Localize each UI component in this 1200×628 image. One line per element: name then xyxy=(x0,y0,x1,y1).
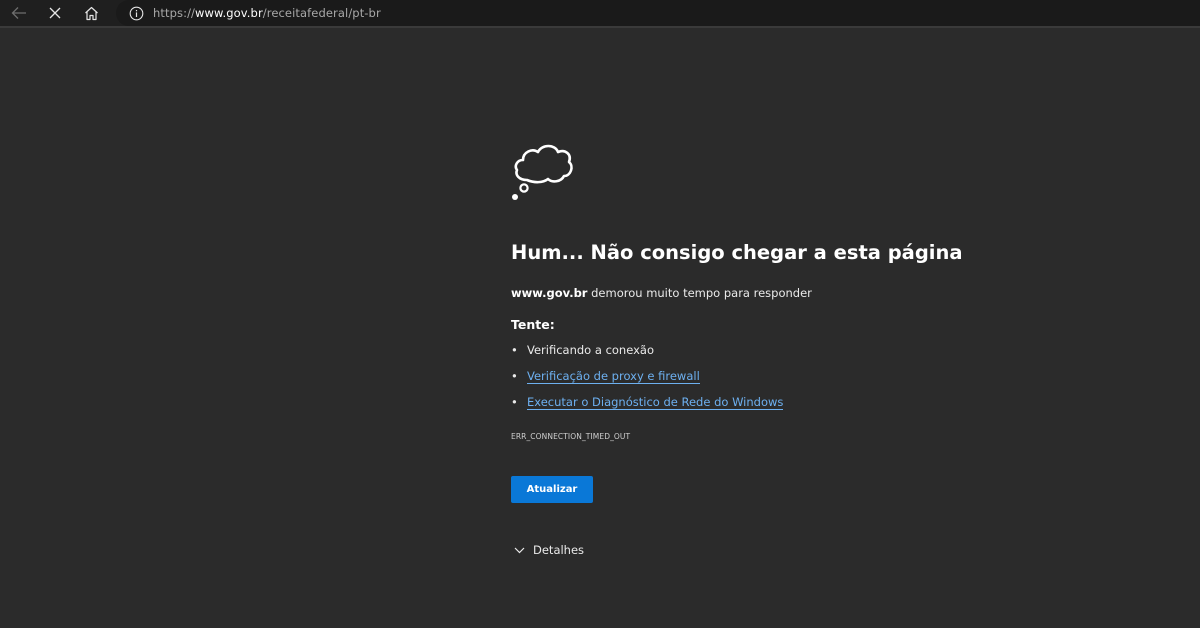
details-label: Detalhes xyxy=(533,543,585,557)
error-message: www.gov.br demorou muito tempo para resp… xyxy=(511,286,812,300)
url-scheme: https:// xyxy=(153,6,196,20)
try-label: Tente: xyxy=(511,317,555,332)
home-icon xyxy=(84,6,98,20)
details-toggle[interactable]: Detalhes xyxy=(514,543,584,557)
error-host: www.gov.br xyxy=(511,286,588,300)
proxy-firewall-link[interactable]: Verificação de proxy e firewall xyxy=(527,369,700,384)
back-arrow-icon xyxy=(11,7,26,19)
close-icon xyxy=(49,7,61,19)
suggestion-label: Verificando a conexão xyxy=(527,343,654,357)
thought-cloud-icon xyxy=(512,144,573,200)
home-button[interactable] xyxy=(77,0,105,26)
bullet-icon: • xyxy=(511,395,518,409)
url-path: /receitafederal/pt-br xyxy=(262,6,381,20)
browser-toolbar: https://www.gov.br/receitafederal/pt-br xyxy=(0,0,1200,28)
info-icon[interactable] xyxy=(128,5,144,21)
stop-button[interactable] xyxy=(41,0,69,26)
address-bar[interactable]: https://www.gov.br/receitafederal/pt-br xyxy=(116,0,1200,26)
url-text[interactable]: https://www.gov.br/receitafederal/pt-br xyxy=(153,6,381,20)
suggestion-list: • Verificando a conexão • Verificação de… xyxy=(511,343,784,421)
network-diagnostics-link[interactable]: Executar o Diagnóstico de Rede do Window… xyxy=(527,395,784,410)
url-host: www.gov.br xyxy=(195,6,263,20)
refresh-button[interactable]: Atualizar xyxy=(511,476,593,503)
chevron-down-icon xyxy=(514,547,525,553)
suggestion-proxy-firewall: • Verificação de proxy e firewall xyxy=(511,369,783,395)
bullet-icon: • xyxy=(511,343,518,357)
suggestion-network-diagnostics: • Executar o Diagnóstico de Rede do Wind… xyxy=(511,395,784,421)
error-code: ERR_CONNECTION_TIMED_OUT xyxy=(511,432,631,441)
bullet-icon: • xyxy=(511,369,518,383)
error-heading: Hum... Não consigo chegar a esta página xyxy=(511,241,963,264)
suggestion-check-connection: • Verificando a conexão xyxy=(511,343,783,369)
error-message-text: demorou muito tempo para responder xyxy=(587,286,812,300)
back-button[interactable] xyxy=(5,0,33,26)
